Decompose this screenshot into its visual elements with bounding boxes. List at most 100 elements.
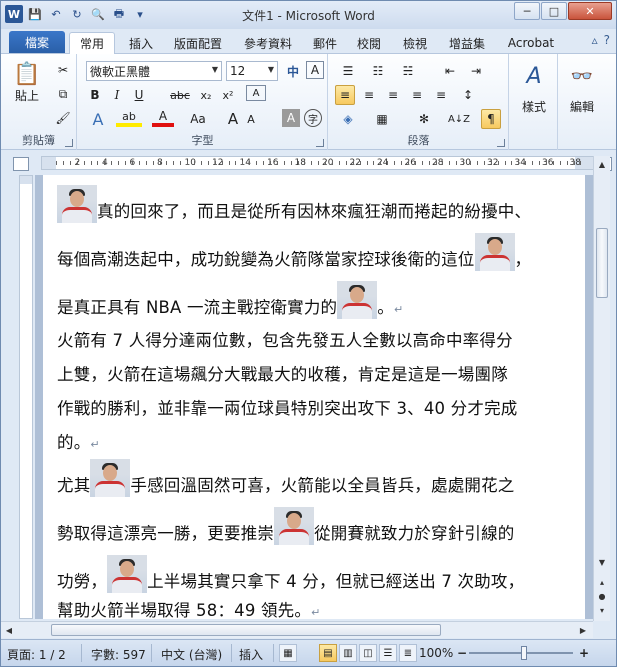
draft-view-icon[interactable]: ≣	[399, 644, 417, 662]
print-layout-view-icon[interactable]: ▤	[319, 644, 337, 662]
vertical-scrollbar[interactable]: ▲ ▼ ▴ ● ▾	[593, 156, 610, 621]
inline-player-photo[interactable]	[90, 459, 131, 497]
tab-acrobat[interactable]: Acrobat	[503, 32, 559, 54]
paste-button[interactable]: 📋 貼上	[9, 60, 45, 106]
page[interactable]: 真的回來了，而且是從所有因林來瘋狂潮而捲起的紛擾中、 每個高潮迭起中，成功銳變為火…	[43, 175, 585, 619]
font-name-dropdown[interactable]: 微軟正黑體 ▼	[86, 61, 222, 81]
scroll-up-icon[interactable]: ▲	[594, 156, 610, 172]
document-line[interactable]: 功勞， 上半場其實只拿下 4 分，但就已經送出 7 次助攻，	[57, 555, 524, 593]
zoom-out-button[interactable]: −	[457, 646, 467, 660]
font-color-icon[interactable]: A	[152, 109, 174, 127]
highlight-color-icon[interactable]: ab	[116, 109, 142, 127]
inline-player-photo[interactable]	[57, 185, 97, 223]
char-shading-icon[interactable]: A	[282, 109, 300, 127]
inline-player-photo[interactable]	[107, 555, 148, 593]
web-layout-view-icon[interactable]: ◫	[359, 644, 377, 662]
collapse-ribbon-icon[interactable]: ▵	[592, 33, 598, 47]
increase-indent-icon[interactable]: ⇥	[465, 61, 487, 81]
document-line[interactable]: 尤其 手感回溫固然可喜，火箭能以全員皆兵，處處開花之	[57, 459, 515, 497]
strikethrough-button[interactable]: abc	[166, 85, 194, 105]
clear-format-icon[interactable]: A	[246, 85, 266, 101]
editing-group[interactable]: 👓 編輯	[559, 54, 605, 150]
document-line[interactable]: 火箭有 7 人得分達兩位數，包含先發五人全數以高命中率得分	[57, 327, 513, 351]
word-count[interactable]: 字數: 597	[91, 646, 146, 663]
char-border-icon[interactable]: A	[306, 61, 324, 79]
justify-button[interactable]: ≡	[407, 85, 427, 105]
bullets-icon[interactable]: ☰	[335, 61, 361, 81]
tab-file[interactable]: 檔案	[9, 31, 65, 53]
zoom-in-button[interactable]: +	[579, 646, 589, 660]
tab-insert[interactable]: 插入	[121, 32, 161, 54]
scroll-down-icon[interactable]: ▼	[594, 554, 610, 570]
cut-icon[interactable]: ✂	[53, 60, 73, 80]
tab-addins[interactable]: 增益集	[443, 32, 491, 54]
paragraph-launcher-icon[interactable]	[497, 139, 505, 147]
sort-icon[interactable]: A↓Z	[445, 109, 473, 129]
inline-player-photo[interactable]	[474, 233, 515, 271]
subscript-button[interactable]: x₂	[196, 85, 216, 105]
document-line[interactable]: 每個高潮迭起中，成功銳變為火箭隊當家控球後衛的這位 ，	[57, 233, 531, 271]
decrease-indent-icon[interactable]: ⇤	[439, 61, 461, 81]
document-line[interactable]: 幫助火箭半場取得 58：49 領先。↵	[57, 597, 321, 619]
zoom-level[interactable]: 100%	[419, 646, 453, 660]
next-page-icon[interactable]: ▾	[594, 602, 610, 618]
underline-button[interactable]: U	[130, 85, 148, 105]
document-line[interactable]: 勢取得這漂亮一勝，更要推崇 從開賽就致力於穿針引線的	[57, 507, 515, 545]
document-line[interactable]: 真的回來了，而且是從所有因林來瘋狂潮而捲起的紛擾中、	[57, 185, 531, 223]
document-line[interactable]: 上雙，火箭在這場飆分大戰最大的收穫，肯定是這是一場團隊	[57, 361, 508, 385]
tab-review[interactable]: 校閱	[351, 32, 387, 54]
clipboard-launcher-icon[interactable]	[65, 139, 73, 147]
shrink-font-icon[interactable]: A	[242, 109, 260, 129]
shading-icon[interactable]: ◈	[335, 109, 361, 129]
horizontal-scroll-thumb[interactable]	[51, 624, 441, 636]
document-line[interactable]: 的。↵	[57, 429, 100, 453]
vertical-ruler[interactable]	[19, 175, 33, 619]
insert-mode[interactable]: 插入	[239, 646, 263, 663]
italic-button[interactable]: I	[108, 85, 126, 105]
phonetic-guide-icon[interactable]: 中	[282, 61, 304, 81]
distributed-button[interactable]: ≡	[431, 85, 451, 105]
multilevel-list-icon[interactable]: ☵	[395, 61, 421, 81]
reading-view-icon[interactable]: ▥	[339, 644, 357, 662]
inline-player-photo[interactable]	[274, 507, 315, 545]
document-line[interactable]: 是真正具有 NBA 一流主戰控衛實力的 。↵	[57, 281, 403, 319]
page-count[interactable]: 頁面: 1 / 2	[7, 646, 66, 663]
language-indicator[interactable]: 中文 (台灣)	[161, 646, 222, 663]
horizontal-ruler[interactable]: 2468101214161820222426283032343638	[41, 156, 594, 170]
copy-icon[interactable]: ⧉	[53, 84, 73, 104]
font-launcher-icon[interactable]	[316, 139, 324, 147]
numbering-icon[interactable]: ☷	[365, 61, 391, 81]
zoom-slider-thumb[interactable]	[521, 646, 527, 660]
scroll-left-icon[interactable]: ◀	[1, 622, 17, 638]
document-line[interactable]: 作戰的勝利，並非靠一兩位球員特別突出攻下 3、40 分才完成	[57, 395, 517, 419]
styles-group[interactable]: A 樣式	[510, 54, 558, 150]
align-right-button[interactable]: ≡	[383, 85, 403, 105]
bold-button[interactable]: B	[86, 85, 104, 105]
maximize-button[interactable]: □	[541, 2, 567, 20]
vertical-scroll-thumb[interactable]	[596, 228, 608, 298]
close-button[interactable]: ✕	[568, 2, 612, 20]
inline-player-photo[interactable]	[337, 281, 378, 319]
tab-view[interactable]: 檢視	[397, 32, 433, 54]
tab-mailings[interactable]: 郵件	[307, 32, 343, 54]
tab-home[interactable]: 常用	[69, 32, 115, 54]
borders-icon[interactable]: ▦	[369, 109, 395, 129]
line-spacing-icon[interactable]: ↕	[455, 85, 481, 105]
asian-layout-icon[interactable]: ✻	[411, 109, 437, 129]
horizontal-scrollbar[interactable]: ◀ ▶	[1, 621, 593, 638]
show-marks-button[interactable]: ¶	[481, 109, 501, 129]
align-center-button[interactable]: ≡	[359, 85, 379, 105]
tab-layout[interactable]: 版面配置	[167, 32, 229, 54]
align-left-button[interactable]: ≡	[335, 85, 355, 105]
format-painter-icon[interactable]: 🖌	[53, 108, 73, 128]
scroll-right-icon[interactable]: ▶	[575, 622, 591, 638]
enclose-char-icon[interactable]: 字	[304, 109, 322, 127]
minimize-button[interactable]: ─	[514, 2, 540, 20]
font-size-dropdown[interactable]: 12 ▼	[226, 61, 278, 81]
text-effects-icon[interactable]: A	[86, 109, 110, 129]
tab-references[interactable]: 參考資料	[237, 32, 299, 54]
outline-view-icon[interactable]: ☰	[379, 644, 397, 662]
help-icon[interactable]: ?	[604, 33, 610, 47]
grow-font-icon[interactable]: A	[224, 109, 242, 129]
macro-record-icon[interactable]: ▦	[279, 644, 297, 662]
